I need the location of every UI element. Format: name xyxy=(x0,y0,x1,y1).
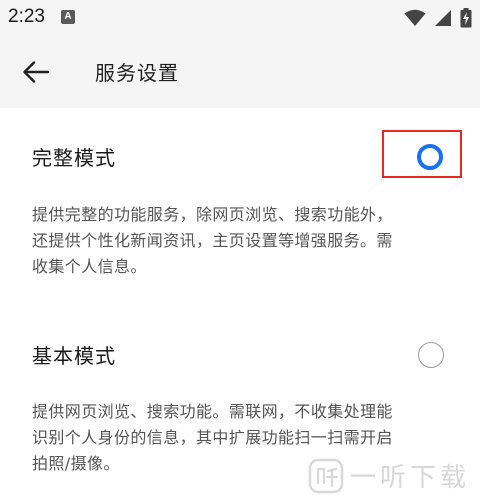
back-button[interactable] xyxy=(14,50,58,94)
description-line: 提供完整的功能服务，除网页浏览、搜索功能外， xyxy=(32,205,393,224)
battery-charging-icon xyxy=(460,8,472,28)
wifi-icon xyxy=(404,9,426,26)
page-title: 服务设置 xyxy=(95,61,179,85)
description-line: 收集个人信息。 xyxy=(32,257,147,276)
watermark-logo-icon xyxy=(308,458,344,493)
description-line: 提供网页浏览、搜索功能。需联网，不收集处理能 xyxy=(32,402,393,421)
full-mode-description: 提供完整的功能服务，除网页浏览、搜索功能外， 还提供个性化新闻资讯，主页设置等增… xyxy=(32,202,452,280)
full-mode-option[interactable]: 完整模式 xyxy=(0,124,480,184)
full-mode-label: 完整模式 xyxy=(32,146,116,170)
status-icons xyxy=(404,7,472,29)
notification-a-icon: A xyxy=(61,10,75,24)
description-line: 还提供个性化新闻资讯，主页设置等增强服务。需 xyxy=(32,231,393,250)
description-line: 识别个人身份的信息，其中扩展功能扫一扫需开启 xyxy=(32,428,393,447)
arrow-left-icon xyxy=(23,61,50,83)
app-bar: 服务设置 xyxy=(0,36,480,108)
watermark: 一听下载 xyxy=(308,457,470,494)
signal-icon xyxy=(435,10,451,26)
status-time: 2:23 xyxy=(8,6,45,27)
settings-content: 完整模式 提供完整的功能服务，除网页浏览、搜索功能外， 还提供个性化新闻资讯，主… xyxy=(0,108,480,500)
watermark-text: 一听下载 xyxy=(349,463,470,493)
basic-mode-label: 基本模式 xyxy=(32,344,116,368)
basic-mode-option[interactable]: 基本模式 xyxy=(0,322,480,382)
status-bar: 2:23 A xyxy=(0,0,480,36)
full-mode-radio[interactable] xyxy=(417,144,443,170)
basic-mode-radio[interactable] xyxy=(418,342,444,368)
